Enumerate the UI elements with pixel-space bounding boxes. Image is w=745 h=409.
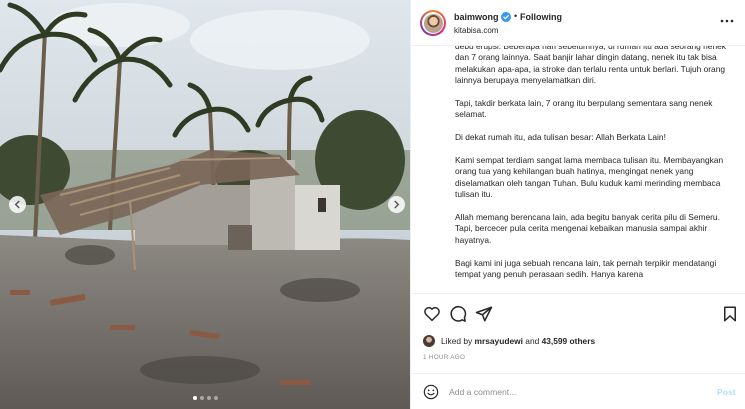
likes-summary: Liked by mrsayudewi and 43,599 others — [423, 334, 595, 348]
likes-text: Liked by mrsayudewi and 43,599 others — [441, 336, 595, 346]
caption-paragraph: Kami sempat terdiam sangat lama membaca … — [455, 155, 724, 200]
next-slide-button[interactable] — [388, 196, 405, 213]
comment-input[interactable] — [449, 383, 699, 401]
caption-paragraph: Di dekat rumah itu, ada tulisan besar: A… — [455, 132, 666, 143]
post-photo[interactable] — [0, 0, 410, 409]
following-button[interactable]: Following — [520, 12, 562, 22]
likes-prefix: Liked by — [441, 336, 473, 346]
carousel-indicator — [0, 396, 410, 400]
carousel-dot — [206, 396, 211, 400]
comment-icon[interactable] — [449, 305, 467, 323]
comment-bar: Post — [411, 373, 745, 409]
carousel-dot — [199, 396, 204, 400]
location-link[interactable]: kitabisa.com — [454, 26, 498, 35]
separator-dot: • — [514, 11, 518, 21]
post-comment-button[interactable]: Post — [717, 387, 736, 397]
carousel-dot — [213, 396, 218, 400]
emoji-icon[interactable] — [423, 384, 439, 400]
chevron-right-icon — [394, 200, 400, 209]
bookmark-icon[interactable] — [721, 305, 739, 323]
caption-paragraph: Bagi kami ini juga sebuah rencana lain, … — [455, 257, 717, 280]
post-header: baimwong • Following kitabisa.com — [411, 0, 745, 46]
likes-others-link[interactable]: 43,599 others — [542, 336, 596, 346]
caption-scroll-area[interactable]: debu erupsi. Beberapa hari sebelumnya, d… — [411, 46, 745, 293]
disaster-scene-image — [0, 0, 410, 409]
caption-paragraph: debu erupsi. Beberapa hari sebelumnya, d… — [455, 46, 726, 86]
more-options-icon[interactable] — [720, 18, 734, 24]
post-sidebar: baimwong • Following kitabisa.com debu e… — [410, 0, 745, 409]
previous-slide-button[interactable] — [9, 196, 26, 213]
caption-paragraph: Tapi, takdir berkata lain, 7 orang itu b… — [455, 98, 713, 120]
caption-text: debu erupsi. Beberapa hari sebelumnya, d… — [455, 46, 733, 292]
likes-conjunction: and — [525, 336, 540, 346]
post-timestamp[interactable]: 1 HOUR AGO — [423, 354, 465, 361]
action-bar — [411, 293, 745, 333]
verified-icon — [501, 12, 511, 22]
caption-paragraph: Allah memang berencana lain, ada begitu … — [455, 212, 720, 245]
share-icon[interactable] — [475, 305, 493, 323]
carousel-dot — [192, 396, 197, 400]
liker-username-link[interactable]: mrsayudewi — [475, 336, 523, 346]
avatar[interactable] — [420, 10, 446, 36]
chevron-left-icon — [14, 200, 20, 209]
username-link[interactable]: baimwong — [454, 12, 499, 22]
liker-avatar[interactable] — [423, 335, 435, 347]
heart-icon[interactable] — [423, 305, 441, 323]
